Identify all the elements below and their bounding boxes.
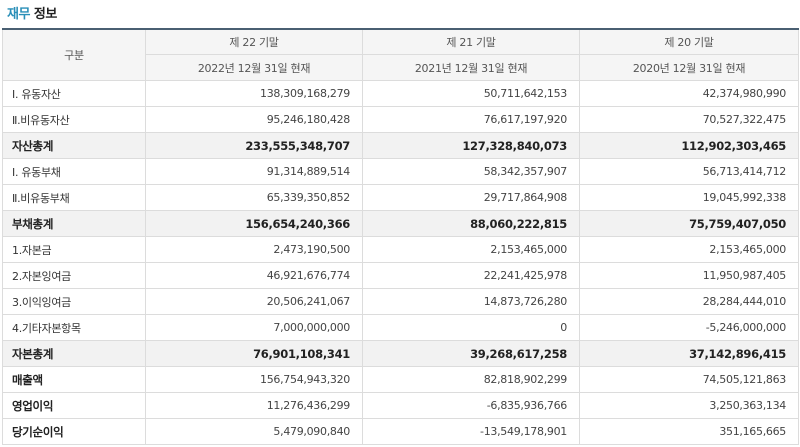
row-value-period-20: 42,374,980,990	[579, 80, 799, 107]
table-row: 영업이익 11,276,436,299 -6,835,936,766 3,250…	[2, 392, 799, 419]
row-value-period-20: 351,165,665	[579, 418, 799, 445]
table-row: Ⅱ.비유동부채 65,339,350,852 29,717,864,908 19…	[2, 184, 799, 211]
header-period-21: 제 21 기말	[362, 28, 580, 55]
row-label: 자산총계	[2, 132, 146, 159]
row-value-period-21: 22,241,425,978	[362, 262, 580, 289]
row-value-period-21: 29,717,864,908	[362, 184, 580, 211]
table-row: 매출액 156,754,943,320 82,818,902,299 74,50…	[2, 366, 799, 393]
row-value-period-22: 76,901,108,341	[145, 340, 363, 367]
header-row-periods: 구분 제 22 기말 제 21 기말 제 20 기말	[2, 28, 799, 81]
row-value-period-21: 39,268,617,258	[362, 340, 580, 367]
row-value-period-20: 70,527,322,475	[579, 106, 799, 133]
row-label: 1.자본금	[2, 236, 146, 263]
section-title-accent: 재무	[7, 7, 30, 22]
table-row: 2.자본잉여금 46,921,676,774 22,241,425,978 11…	[2, 262, 799, 289]
row-value-period-20: 28,284,444,010	[579, 288, 799, 315]
row-label: 매출액	[2, 366, 146, 393]
section-title-rest: 정보	[33, 7, 57, 22]
row-value-period-21: -6,835,936,766	[362, 392, 580, 419]
row-value-period-21: 58,342,357,907	[362, 158, 580, 185]
table-row: 1.자본금 2,473,190,500 2,153,465,000 2,153,…	[2, 236, 799, 263]
table-row-total: 자본총계 76,901,108,341 39,268,617,258 37,14…	[2, 340, 799, 367]
row-label: 4.기타자본항목	[2, 314, 146, 341]
row-value-period-22: 46,921,676,774	[145, 262, 363, 289]
row-value-period-20: 37,142,896,415	[579, 340, 799, 367]
financial-info-section: 재무 정보 구분 제 22 기말 제 21 기말 제 20 기말 2022년 12…	[0, 0, 800, 447]
row-value-period-22: 95,246,180,428	[145, 106, 363, 133]
row-label: 자본총계	[2, 340, 146, 367]
table-row: Ⅱ.비유동자산 95,246,180,428 76,617,197,920 70…	[2, 106, 799, 133]
table-row: 3.이익잉여금 20,506,241,067 14,873,726,280 28…	[2, 288, 799, 315]
row-value-period-22: 91,314,889,514	[145, 158, 363, 185]
table-row: Ⅰ. 유동자산 138,309,168,279 50,711,642,153 4…	[2, 80, 799, 107]
row-value-period-20: -5,246,000,000	[579, 314, 799, 341]
row-value-period-22: 2,473,190,500	[145, 236, 363, 263]
row-value-period-20: 2,153,465,000	[579, 236, 799, 263]
header-period-22: 제 22 기말	[145, 28, 363, 55]
row-label: 3.이익잉여금	[2, 288, 146, 315]
table-row-total: 자산총계 233,555,348,707 127,328,840,073 112…	[2, 132, 799, 159]
row-value-period-22: 156,654,240,366	[145, 210, 363, 237]
row-value-period-22: 156,754,943,320	[145, 366, 363, 393]
row-value-period-22: 20,506,241,067	[145, 288, 363, 315]
row-value-period-22: 5,479,090,840	[145, 418, 363, 445]
row-value-period-22: 138,309,168,279	[145, 80, 363, 107]
row-value-period-20: 75,759,407,050	[579, 210, 799, 237]
row-value-period-22: 233,555,348,707	[145, 132, 363, 159]
row-label: 당기순이익	[2, 418, 146, 445]
table-row: 당기순이익 5,479,090,840 -13,549,178,901 351,…	[2, 418, 799, 445]
row-label: Ⅱ.비유동부채	[2, 184, 146, 211]
header-date-2021: 2021년 12월 31일 현재	[362, 54, 580, 81]
header-category: 구분	[2, 28, 146, 81]
row-value-period-20: 19,045,992,338	[579, 184, 799, 211]
row-value-period-21: -13,549,178,901	[362, 418, 580, 445]
row-value-period-20: 11,950,987,405	[579, 262, 799, 289]
row-value-period-21: 127,328,840,073	[362, 132, 580, 159]
row-value-period-21: 82,818,902,299	[362, 366, 580, 393]
row-label: 영업이익	[2, 392, 146, 419]
row-label: Ⅰ. 유동자산	[2, 80, 146, 107]
header-date-2020: 2020년 12월 31일 현재	[579, 54, 799, 81]
header-date-2022: 2022년 12월 31일 현재	[145, 54, 363, 81]
row-value-period-22: 11,276,436,299	[145, 392, 363, 419]
financial-table: 구분 제 22 기말 제 21 기말 제 20 기말 2022년 12월 31일…	[2, 28, 799, 445]
row-value-period-20: 112,902,303,465	[579, 132, 799, 159]
header-period-20: 제 20 기말	[579, 28, 799, 55]
row-value-period-21: 2,153,465,000	[362, 236, 580, 263]
row-value-period-21: 88,060,222,815	[362, 210, 580, 237]
row-label: 부채총계	[2, 210, 146, 237]
table-row: Ⅰ. 유동부채 91,314,889,514 58,342,357,907 56…	[2, 158, 799, 185]
table-row: 4.기타자본항목 7,000,000,000 0 -5,246,000,000	[2, 314, 799, 341]
row-value-period-20: 56,713,414,712	[579, 158, 799, 185]
row-value-period-21: 76,617,197,920	[362, 106, 580, 133]
row-value-period-21: 14,873,726,280	[362, 288, 580, 315]
row-value-period-22: 65,339,350,852	[145, 184, 363, 211]
row-value-period-20: 3,250,363,134	[579, 392, 799, 419]
row-value-period-21: 50,711,642,153	[362, 80, 580, 107]
row-value-period-20: 74,505,121,863	[579, 366, 799, 393]
row-label: Ⅰ. 유동부채	[2, 158, 146, 185]
row-value-period-21: 0	[362, 314, 580, 341]
table-row-total: 부채총계 156,654,240,366 88,060,222,815 75,7…	[2, 210, 799, 237]
row-value-period-22: 7,000,000,000	[145, 314, 363, 341]
row-label: Ⅱ.비유동자산	[2, 106, 146, 133]
section-title: 재무 정보	[7, 4, 57, 26]
row-label: 2.자본잉여금	[2, 262, 146, 289]
